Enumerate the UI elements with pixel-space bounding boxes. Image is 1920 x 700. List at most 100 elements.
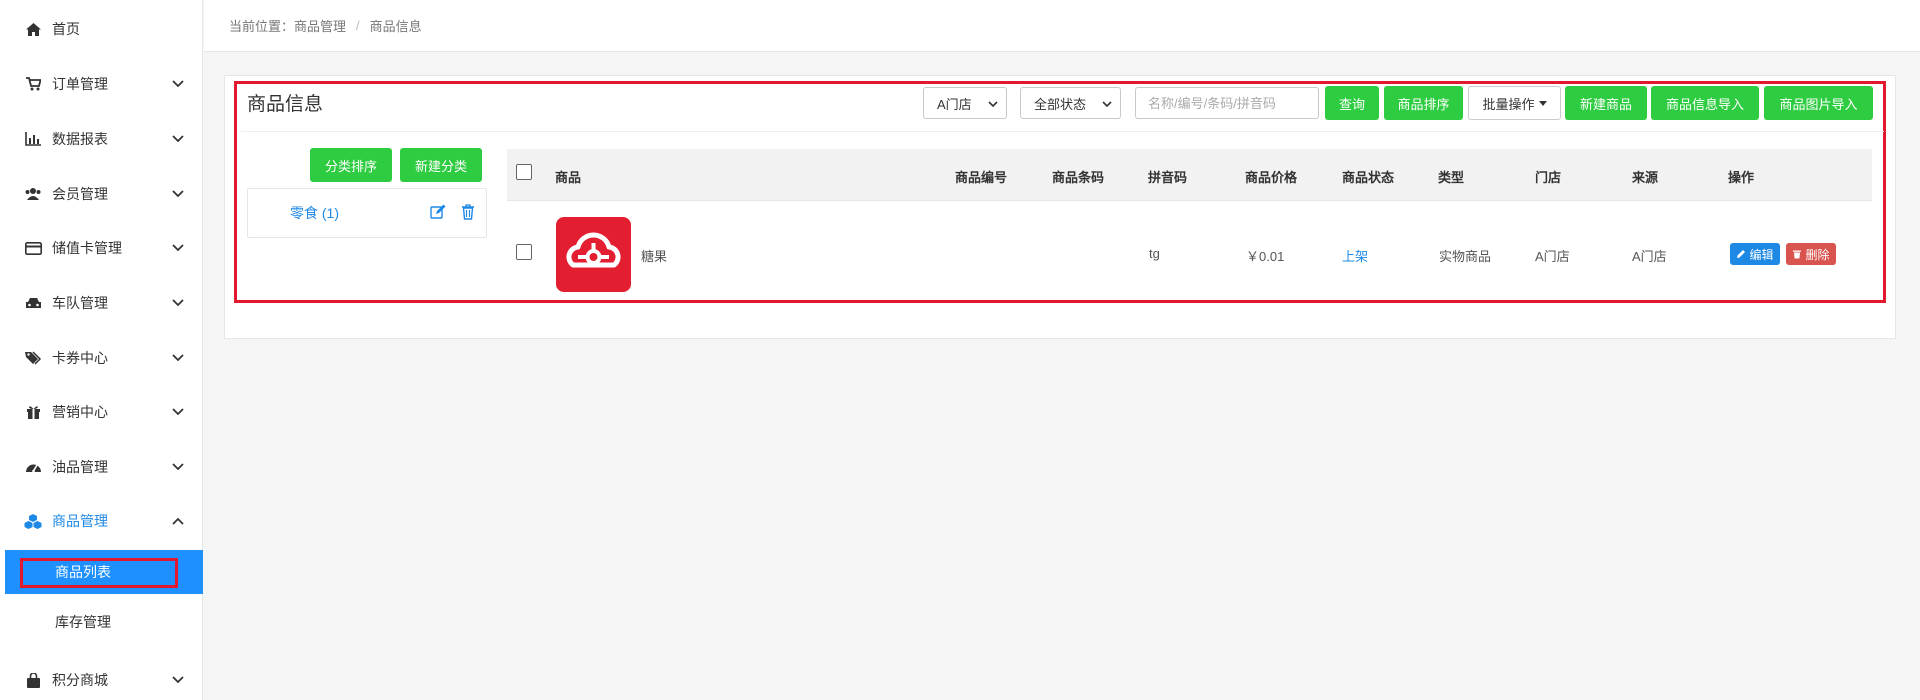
delete-button[interactable]: 删除	[1786, 243, 1836, 265]
sidebar-item-fleet[interactable]: 车队管理	[0, 281, 203, 325]
status-select[interactable]: 全部状态	[1020, 87, 1121, 119]
product-image	[556, 217, 631, 292]
sidebar-item-label: 卡券中心	[52, 350, 108, 366]
pencil-icon	[1737, 250, 1746, 258]
chevron-down-icon	[172, 190, 184, 198]
breadcrumb-level-1[interactable]: 商品管理	[294, 16, 346, 35]
sidebar-item-label: 车队管理	[52, 295, 108, 311]
sidebar-item-marketing[interactable]: 营销中心	[0, 390, 203, 434]
caret-down-icon	[1538, 100, 1547, 106]
cubes-icon	[24, 513, 42, 529]
gift-icon	[24, 404, 42, 420]
chevron-down-icon	[172, 299, 184, 307]
sidebar-item-reports[interactable]: 数据报表	[0, 117, 203, 161]
sidebar-item-label: 积分商城	[52, 672, 108, 688]
sidebar-item-label: 会员管理	[52, 186, 108, 202]
query-button[interactable]: 查询	[1325, 86, 1379, 120]
dashboard-icon	[24, 459, 42, 475]
batch-operation-label: 批量操作	[1482, 96, 1535, 112]
chevron-down-icon	[172, 408, 184, 416]
shopping-bag-icon	[24, 672, 42, 688]
sidebar-item-label: 数据报表	[52, 131, 108, 147]
search-input[interactable]	[1135, 87, 1319, 119]
import-product-info-button[interactable]: 商品信息导入	[1651, 86, 1759, 120]
sidebar-item-fuel[interactable]: 油品管理	[0, 445, 203, 489]
sidebar-item-coupons[interactable]: 卡券中心	[0, 336, 203, 380]
breadcrumb-prefix: 当前位置：	[229, 19, 295, 34]
product-type: 实物商品	[1439, 249, 1492, 264]
trash-icon	[1793, 250, 1802, 259]
column-header-barcode: 商品条码	[1052, 170, 1105, 185]
chevron-down-icon	[172, 676, 184, 684]
product-sort-button[interactable]: 商品排序	[1384, 86, 1463, 120]
column-header-product: 商品	[555, 170, 582, 185]
product-store: A门店	[1535, 249, 1570, 264]
product-pinyin: tg	[1149, 246, 1160, 261]
chevron-down-icon	[172, 80, 184, 88]
store-select[interactable]: A门店	[923, 87, 1007, 119]
chevron-down-icon	[172, 463, 184, 471]
status-select-value: 全部状态	[1034, 96, 1087, 112]
row-checkbox[interactable]	[516, 244, 532, 260]
category-list	[247, 188, 487, 238]
column-header-code: 商品编号	[955, 170, 1008, 185]
sidebar-item-label: 首页	[52, 21, 80, 37]
highlight-box	[20, 558, 178, 588]
tags-icon	[24, 350, 42, 366]
product-price: ￥0.01	[1246, 249, 1285, 264]
sidebar-subitem-label: 库存管理	[55, 614, 111, 630]
column-header-type: 类型	[1438, 170, 1465, 185]
sidebar-item-label: 储值卡管理	[52, 240, 122, 256]
car-icon	[24, 295, 42, 311]
sidebar-item-products[interactable]: 商品管理	[0, 499, 203, 543]
divider	[241, 131, 1884, 132]
users-icon	[24, 186, 42, 202]
sidebar-item-label: 订单管理	[52, 76, 108, 92]
product-source: A门店	[1632, 249, 1667, 264]
product-logo-icon	[566, 232, 621, 268]
column-header-actions: 操作	[1728, 170, 1755, 185]
trash-icon[interactable]	[460, 204, 476, 220]
sidebar-item-points-mall[interactable]: 积分商城	[0, 658, 203, 700]
sidebar-subitem-inventory[interactable]: 库存管理	[5, 600, 203, 644]
category-sort-button[interactable]: 分类排序	[310, 148, 392, 182]
bar-chart-icon	[24, 131, 42, 147]
new-product-button[interactable]: 新建商品	[1565, 86, 1647, 120]
sidebar-item-label: 油品管理	[52, 459, 108, 475]
select-all-checkbox[interactable]	[516, 164, 532, 180]
sidebar-item-label: 商品管理	[52, 513, 108, 529]
edit-icon[interactable]	[430, 204, 446, 220]
chevron-down-icon	[172, 354, 184, 362]
breadcrumb-separator: /	[356, 18, 360, 33]
new-category-button[interactable]: 新建分类	[400, 148, 482, 182]
chevron-down-icon	[172, 135, 184, 143]
product-status-link[interactable]: 上架	[1342, 246, 1368, 265]
breadcrumb-level-2: 商品信息	[369, 19, 422, 34]
edit-button[interactable]: 编辑	[1730, 243, 1780, 265]
sidebar: 首页 订单管理 数据报表 会员管理 储值卡管理 车队管理 卡券中心 营销中心 油…	[0, 0, 203, 700]
column-header-pinyin: 拼音码	[1148, 170, 1188, 185]
column-header-status: 商品状态	[1342, 170, 1395, 185]
sidebar-item-orders[interactable]: 订单管理	[0, 62, 203, 106]
sidebar-item-stored-value-card[interactable]: 储值卡管理	[0, 226, 203, 270]
category-item[interactable]: 零食 (1)	[290, 203, 339, 223]
column-header-source: 来源	[1632, 170, 1659, 185]
import-product-images-button[interactable]: 商品图片导入	[1764, 86, 1873, 120]
store-select-value: A门店	[937, 96, 972, 112]
sidebar-item-label: 营销中心	[52, 404, 108, 420]
home-icon	[24, 21, 42, 37]
sidebar-item-members[interactable]: 会员管理	[0, 172, 203, 216]
batch-operation-button[interactable]: 批量操作	[1468, 86, 1561, 120]
cart-icon	[24, 76, 42, 92]
credit-card-icon	[24, 240, 42, 256]
product-name: 糖果	[641, 249, 668, 264]
chevron-down-icon	[172, 244, 184, 252]
column-header-store: 门店	[1535, 170, 1562, 185]
column-header-price: 商品价格	[1245, 170, 1298, 185]
sidebar-item-home[interactable]: 首页	[0, 7, 203, 51]
chevron-down-icon	[1102, 101, 1112, 108]
edit-button-label: 编辑	[1749, 247, 1774, 262]
table-header	[507, 149, 1872, 201]
page-title: 商品信息	[247, 94, 324, 115]
chevron-up-icon	[172, 517, 184, 525]
